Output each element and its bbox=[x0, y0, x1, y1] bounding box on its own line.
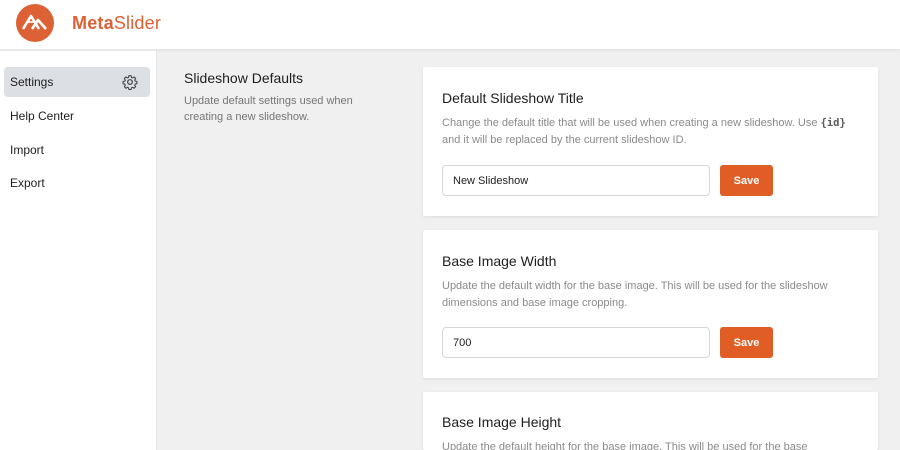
sidebar: Settings Help Center Import Export bbox=[0, 51, 157, 450]
default-title-card: Default Slideshow Title Change the defau… bbox=[423, 67, 878, 216]
top-bar: MetaSlider bbox=[0, 0, 900, 50]
logo-mountain-icon bbox=[22, 14, 47, 30]
metaslider-logo[interactable] bbox=[16, 4, 54, 42]
save-width-button[interactable]: Save bbox=[720, 327, 773, 358]
section-title: Slideshow Defaults bbox=[184, 70, 304, 86]
save-title-button[interactable]: Save bbox=[720, 165, 773, 196]
gear-icon bbox=[122, 75, 138, 90]
card-title: Default Slideshow Title bbox=[442, 90, 584, 106]
sidebar-item-label: Import bbox=[10, 143, 45, 157]
brand-name: MetaSlider bbox=[72, 13, 161, 34]
sidebar-item-label: Help Center bbox=[10, 109, 75, 123]
card-description-text: and it will be replaced by the current s… bbox=[442, 134, 687, 146]
card-description-text: Change the default title that will be us… bbox=[442, 117, 821, 129]
section-description: Update default settings used when creati… bbox=[184, 95, 353, 123]
base-image-width-card: Base Image Width Update the default widt… bbox=[423, 230, 878, 378]
sidebar-item-import[interactable]: Import bbox=[4, 135, 150, 165]
sidebar-item-export[interactable]: Export bbox=[4, 168, 150, 198]
id-placeholder-code: {id} bbox=[820, 117, 846, 129]
sidebar-item-label: Settings bbox=[10, 75, 54, 89]
card-description: Change the default title that will be us… bbox=[442, 115, 862, 149]
card-title: Base Image Height bbox=[442, 414, 562, 430]
default-title-input[interactable] bbox=[442, 165, 710, 196]
brand-part-slider: Slider bbox=[113, 13, 162, 33]
base-image-height-card: Base Image Height Update the default hei… bbox=[423, 392, 878, 450]
sidebar-item-help-center[interactable]: Help Center bbox=[4, 101, 150, 131]
brand-part-meta: Meta bbox=[72, 13, 114, 33]
card-description: Update the default width for the base im… bbox=[442, 280, 828, 309]
base-width-input[interactable] bbox=[442, 327, 710, 358]
sidebar-item-settings[interactable]: Settings bbox=[4, 67, 150, 97]
card-title: Base Image Width bbox=[442, 253, 557, 269]
card-description: Update the default height for the base i… bbox=[442, 441, 808, 450]
sidebar-item-label: Export bbox=[10, 176, 45, 190]
